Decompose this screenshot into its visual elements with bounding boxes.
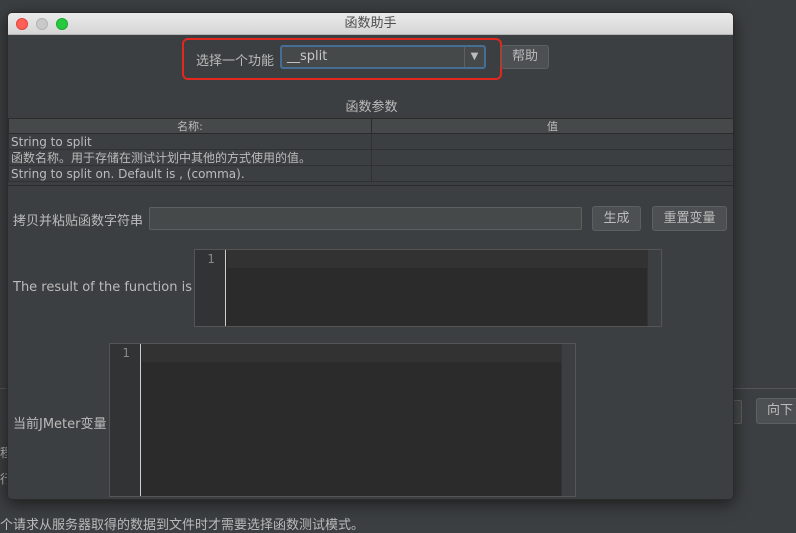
section-divider xyxy=(8,185,733,186)
params-table: 名称: 值 String to split 函数名称。用于存储在测试计划中其他的… xyxy=(8,118,733,182)
vertical-scrollbar[interactable] xyxy=(561,344,575,496)
copy-paste-label: 拷贝并粘贴函数字符串 xyxy=(13,214,144,229)
minimize-window-button[interactable] xyxy=(36,18,48,30)
generate-button[interactable]: 生成 xyxy=(592,206,641,231)
function-select-value: __split xyxy=(287,49,328,64)
param-value-cell[interactable] xyxy=(371,149,733,166)
jmeter-variables-label: 当前JMeter变量 xyxy=(13,417,107,432)
param-name-cell: String to split xyxy=(8,133,372,150)
table-row[interactable]: String to split xyxy=(8,133,733,150)
param-value-cell[interactable] xyxy=(371,165,733,182)
jmeter-variables-text-area[interactable]: 1 xyxy=(109,343,576,497)
param-name-cell: 函数名称。用于存储在测试计划中其他的方式使用的值。 xyxy=(8,149,372,166)
function-select-label: 选择一个功能 xyxy=(196,54,275,69)
line-number-gutter: 1 xyxy=(195,250,226,326)
window-title: 函数助手 xyxy=(344,16,397,31)
table-row[interactable]: String to split on. Default is , (comma)… xyxy=(8,165,733,182)
function-helper-dialog: 函数助手 选择一个功能 __split ▼ 帮助 函数参数 名称: 值 Stri… xyxy=(7,12,734,500)
result-label: The result of the function is xyxy=(13,280,192,295)
param-value-cell[interactable] xyxy=(371,133,733,150)
current-line-highlight xyxy=(227,250,647,268)
maximize-window-button[interactable] xyxy=(56,18,68,30)
current-line-highlight xyxy=(142,344,561,362)
function-select[interactable]: __split ▼ xyxy=(280,45,486,69)
dropdown-arrow-icon[interactable]: ▼ xyxy=(464,47,484,67)
background-hint-text: 个请求从服务器取得的数据到文件时才需要选择函数测试模式。 xyxy=(0,518,365,533)
result-text-area[interactable]: 1 xyxy=(194,249,662,327)
params-section-title: 函数参数 xyxy=(345,100,398,115)
close-window-button[interactable] xyxy=(16,18,28,30)
line-number-gutter: 1 xyxy=(110,344,141,496)
param-name-cell: String to split on. Default is , (comma)… xyxy=(8,165,372,182)
function-string-input[interactable] xyxy=(149,207,582,230)
title-bar[interactable]: 函数助手 xyxy=(8,13,733,35)
params-header-value[interactable]: 值 xyxy=(371,118,733,134)
help-button[interactable]: 帮助 xyxy=(501,45,549,69)
params-header-name[interactable]: 名称: xyxy=(8,118,372,134)
table-row[interactable]: 函数名称。用于存储在测试计划中其他的方式使用的值。 xyxy=(8,149,733,166)
reset-variables-button[interactable]: 重置变量 xyxy=(652,206,727,231)
vertical-scrollbar[interactable] xyxy=(647,250,661,326)
background-down-button[interactable]: 向下 xyxy=(756,398,796,424)
